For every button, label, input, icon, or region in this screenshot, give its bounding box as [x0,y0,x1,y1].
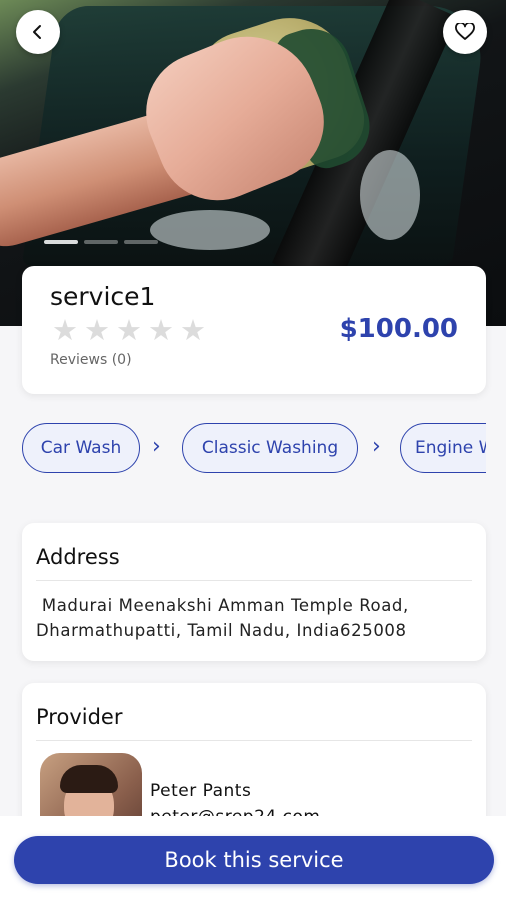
service-price: $100.00 [339,314,458,344]
chip-subcategory[interactable]: Classic Washing [182,423,358,473]
favorite-button[interactable] [443,10,487,54]
gallery-dot[interactable] [44,240,78,244]
star-icon: ★ [180,313,206,347]
chevron-right-icon: › [372,434,381,459]
chevron-left-icon [33,25,41,39]
provider-name: Peter Pants [150,781,252,801]
address-card: Address Madurai Meenakshi Amman Temple R… [22,523,486,661]
reviews-count[interactable]: Reviews (0) [50,352,132,368]
gallery-indicator [44,240,158,244]
divider [36,580,472,581]
divider [36,740,472,741]
heart-icon [455,23,475,40]
address-text: Madurai Meenakshi Amman Temple Road, Dha… [36,596,409,640]
gallery-dot[interactable] [124,240,158,244]
star-icon: ★ [148,313,174,347]
category-breadcrumb: Car Wash › Classic Washing › Engine W [22,422,486,476]
provider-title: Provider [36,705,123,729]
back-button[interactable] [16,10,60,54]
gallery-dot[interactable] [84,240,118,244]
avatar-hair [60,765,118,793]
service-summary-card: service1 ★ ★ ★ ★ ★ Reviews (0) $100.00 [22,266,486,394]
service-title: service1 [50,282,156,311]
chip-service-type[interactable]: Engine W [400,423,486,473]
star-icon: ★ [52,313,78,347]
foam [360,150,420,240]
rating-stars: ★ ★ ★ ★ ★ [52,313,206,347]
star-icon: ★ [84,313,110,347]
chip-category[interactable]: Car Wash [22,423,140,473]
star-icon: ★ [116,313,142,347]
chevron-right-icon: › [152,434,161,459]
address-title: Address [36,545,120,569]
foam [150,210,270,250]
book-service-button[interactable]: Book this service [14,836,494,884]
